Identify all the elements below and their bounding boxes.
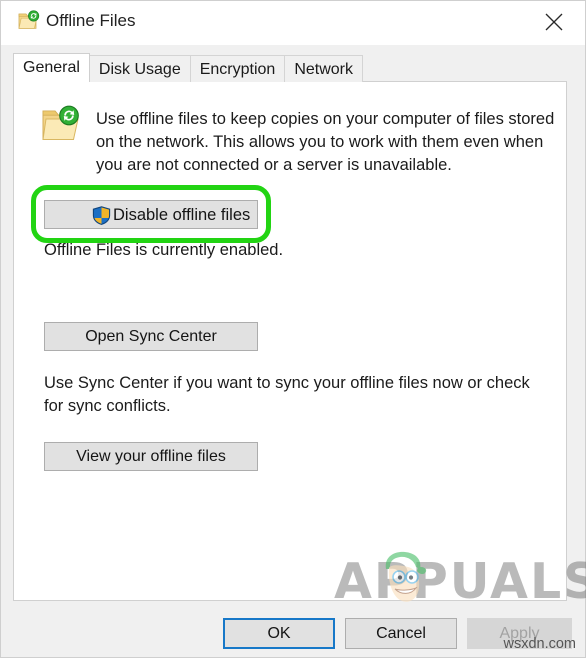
apply-button: Apply: [467, 618, 572, 649]
sync-center-description: Use Sync Center if you want to sync your…: [44, 374, 530, 415]
offline-folder-sync-icon: [18, 10, 40, 32]
disable-offline-files-button[interactable]: Disable offline files: [44, 200, 258, 229]
intro-description: Use offline files to keep copies on your…: [96, 110, 555, 174]
window-title: Offline Files: [46, 11, 136, 30]
tab-network[interactable]: Network: [284, 55, 364, 82]
general-tab-panel: Use offline files to keep copies on your…: [13, 81, 567, 601]
view-offline-files-button[interactable]: View your offline files: [44, 442, 258, 471]
close-button[interactable]: [531, 5, 577, 39]
close-icon: [545, 13, 563, 31]
cancel-button[interactable]: Cancel: [345, 618, 457, 649]
uac-shield-icon: [92, 206, 111, 225]
tab-strip: General Disk Usage Encryption Network: [13, 53, 364, 82]
open-sync-center-button[interactable]: Open Sync Center: [44, 322, 258, 351]
tab-encryption[interactable]: Encryption: [189, 55, 286, 82]
tab-general[interactable]: General: [13, 53, 90, 82]
offline-folder-sync-icon: [40, 105, 82, 145]
disable-offline-files-label: Disable offline files: [113, 206, 251, 224]
title-bar: Offline Files: [1, 1, 585, 45]
offline-files-status: Offline Files is currently enabled.: [44, 241, 284, 259]
ok-button[interactable]: OK: [223, 618, 335, 649]
offline-files-dialog: Offline Files General Disk Usage Encrypt…: [0, 0, 586, 658]
tab-disk-usage[interactable]: Disk Usage: [88, 55, 191, 82]
